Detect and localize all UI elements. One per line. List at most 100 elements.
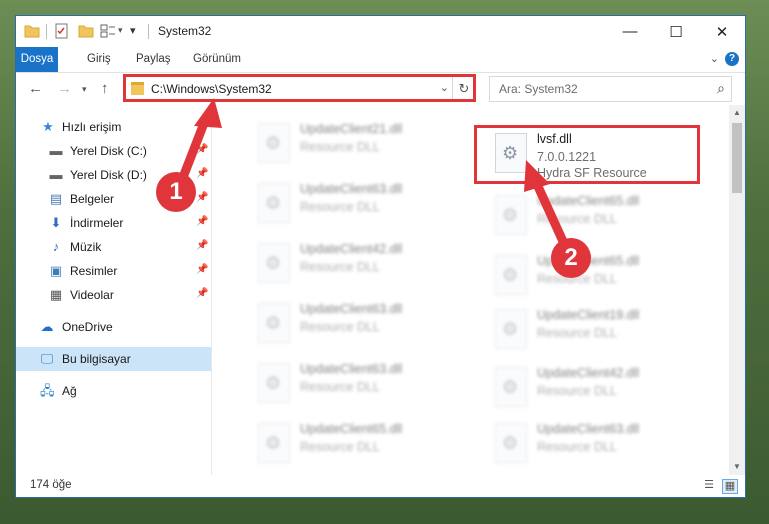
customize-quick-access-icon[interactable]: ▾ bbox=[130, 24, 136, 37]
file-tile[interactable]: UpdateClient63.dll Resource DLL bbox=[242, 177, 472, 233]
file-name: UpdateClient65.dll bbox=[537, 194, 640, 208]
file-tile[interactable]: UpdateClient65.dll Resource DLL bbox=[242, 417, 472, 473]
address-highlight bbox=[123, 74, 476, 102]
cloud-icon: ☁ bbox=[40, 319, 54, 334]
file-tile[interactable]: UpdateClient21.dll Resource DLL bbox=[242, 117, 472, 173]
pin-icon[interactable]: 📌 bbox=[196, 240, 208, 251]
recent-locations-icon[interactable]: ▾ bbox=[82, 84, 87, 95]
explorer-window: ▾ ▾ System32 — ☐ ✕ Dosya Giriş Paylaş Gö… bbox=[16, 16, 745, 497]
status-bar: 174 öğe ☰ ▦ bbox=[16, 475, 745, 497]
file-tile[interactable]: UpdateClient65.dll Resource DLL bbox=[479, 189, 709, 245]
file-type: Resource DLL bbox=[300, 260, 380, 274]
music-icon: ♪ bbox=[52, 239, 60, 254]
drive-icon: ▬ bbox=[49, 143, 63, 158]
file-name: UpdateClient63.dll bbox=[300, 362, 403, 376]
nav-videos[interactable]: ▦ Videolar 📌 bbox=[16, 283, 211, 307]
dll-file-icon bbox=[495, 309, 527, 349]
file-type: Resource DLL bbox=[537, 326, 617, 340]
back-button[interactable]: ← bbox=[28, 80, 43, 97]
nav-label: Belgeler bbox=[70, 192, 115, 206]
nav-music[interactable]: ♪ Müzik 📌 bbox=[16, 235, 211, 259]
nav-this-pc[interactable]: 🖵 Bu bilgisayar bbox=[16, 347, 211, 371]
dll-file-icon bbox=[258, 123, 290, 163]
file-name: UpdateClient42.dll bbox=[300, 242, 403, 256]
search-placeholder: Ara: System32 bbox=[499, 82, 578, 96]
file-tile[interactable]: UpdateClient19.dll Resource DLL bbox=[479, 303, 709, 359]
file-list[interactable]: UpdateClient21.dll Resource DLL UpdateCl… bbox=[212, 105, 729, 475]
file-tile[interactable]: UpdateClient42.dll Resource DLL bbox=[479, 361, 709, 417]
dll-file-icon bbox=[495, 367, 527, 407]
file-tile[interactable]: UpdateClient63.dll Resource DLL bbox=[242, 297, 472, 353]
pin-icon[interactable]: 📌 bbox=[196, 288, 208, 299]
view-options-icon[interactable] bbox=[100, 23, 116, 39]
pin-icon[interactable]: 📌 bbox=[196, 216, 208, 227]
file-type: Resource DLL bbox=[300, 200, 380, 214]
pin-icon[interactable]: 📌 bbox=[196, 192, 208, 203]
close-button[interactable]: ✕ bbox=[699, 16, 745, 47]
dll-file-icon bbox=[495, 423, 527, 463]
file-name: UpdateClient42.dll bbox=[537, 366, 640, 380]
vertical-scrollbar[interactable]: ▲ ▼ bbox=[729, 105, 745, 475]
item-count: 174 öğe bbox=[30, 479, 72, 491]
network-icon: 🖧 bbox=[40, 383, 55, 398]
documents-icon: ▤ bbox=[49, 191, 63, 206]
file-name: UpdateClient63.dll bbox=[300, 182, 403, 196]
expand-ribbon-icon[interactable]: ⌄ bbox=[710, 52, 719, 65]
details-view-icon[interactable]: ☰ bbox=[702, 479, 716, 492]
scroll-thumb[interactable] bbox=[732, 123, 742, 193]
minimize-button[interactable]: — bbox=[607, 16, 653, 47]
nav-label: Videolar bbox=[70, 288, 114, 302]
nav-label: Yerel Disk (C:) bbox=[70, 144, 147, 158]
search-icon[interactable]: ⌕ bbox=[717, 80, 725, 97]
nav-label: Yerel Disk (D:) bbox=[70, 168, 147, 182]
file-highlight bbox=[474, 125, 700, 184]
pin-icon[interactable]: 📌 bbox=[196, 264, 208, 275]
file-tile[interactable]: UpdateClient42.dll Resource DLL bbox=[242, 237, 472, 293]
new-folder-icon[interactable] bbox=[78, 23, 94, 39]
dll-file-icon bbox=[258, 183, 290, 223]
file-name: UpdateClient63.dll bbox=[537, 422, 640, 436]
file-type: Resource DLL bbox=[537, 440, 617, 454]
search-box[interactable]: Ara: System32 ⌕ bbox=[489, 76, 732, 102]
drive-icon: ▬ bbox=[49, 167, 63, 182]
file-type: Resource DLL bbox=[537, 212, 617, 226]
scroll-up-icon[interactable]: ▲ bbox=[729, 105, 745, 121]
nav-network[interactable]: 🖧 Ağ bbox=[16, 379, 211, 403]
help-icon[interactable]: ? bbox=[725, 52, 739, 66]
nav-label: Hızlı erişim bbox=[62, 120, 122, 134]
file-name: UpdateClient63.dll bbox=[300, 302, 403, 316]
nav-quick-access[interactable]: ★ Hızlı erişim bbox=[16, 115, 211, 139]
up-button[interactable]: ↑ bbox=[101, 80, 109, 97]
folder-icon bbox=[24, 25, 40, 38]
nav-onedrive[interactable]: ☁ OneDrive bbox=[16, 315, 211, 339]
file-name: UpdateClient19.dll bbox=[537, 308, 640, 322]
nav-pictures[interactable]: ▣ Resimler 📌 bbox=[16, 259, 211, 283]
star-icon: ★ bbox=[42, 119, 54, 134]
tab-share[interactable]: Paylaş bbox=[127, 47, 180, 72]
tab-file[interactable]: Dosya bbox=[16, 47, 58, 72]
file-tile[interactable]: UpdateClient65.dll Resource DLL bbox=[479, 249, 709, 305]
nav-label: İndirmeler bbox=[70, 216, 124, 230]
nav-local-disk-c[interactable]: ▬ Yerel Disk (C:) 📌 bbox=[16, 139, 211, 163]
file-tile[interactable]: UpdateClient63.dll Resource DLL bbox=[479, 417, 709, 473]
download-icon: ⬇ bbox=[50, 215, 62, 230]
file-name: UpdateClient65.dll bbox=[300, 422, 403, 436]
navigation-pane: ★ Hızlı erişim ▬ Yerel Disk (C:) 📌 ▬ Yer… bbox=[16, 105, 211, 475]
pin-icon[interactable]: 📌 bbox=[196, 144, 208, 155]
file-tile[interactable]: UpdateClient63.dll Resource DLL bbox=[242, 357, 472, 413]
forward-button[interactable]: → bbox=[57, 80, 72, 97]
chevron-down-icon[interactable]: ▾ bbox=[118, 25, 123, 36]
nav-downloads[interactable]: ⬇ İndirmeler 📌 bbox=[16, 211, 211, 235]
large-icons-view-icon[interactable]: ▦ bbox=[722, 479, 738, 494]
file-type: Resource DLL bbox=[300, 440, 380, 454]
tab-view[interactable]: Görünüm bbox=[184, 47, 250, 72]
navigation-bar: ← → ▾ ↑ C:\Windows\System32 ⌄ ↻ Ara: Sys… bbox=[16, 73, 745, 105]
maximize-button[interactable]: ☐ bbox=[653, 16, 699, 47]
file-type: Resource DLL bbox=[300, 380, 380, 394]
pin-icon[interactable]: 📌 bbox=[196, 168, 208, 179]
scroll-down-icon[interactable]: ▼ bbox=[729, 459, 745, 475]
tab-home[interactable]: Giriş bbox=[78, 47, 120, 72]
properties-icon[interactable] bbox=[54, 23, 70, 39]
file-type: Resource DLL bbox=[300, 140, 380, 154]
dll-file-icon bbox=[258, 243, 290, 283]
